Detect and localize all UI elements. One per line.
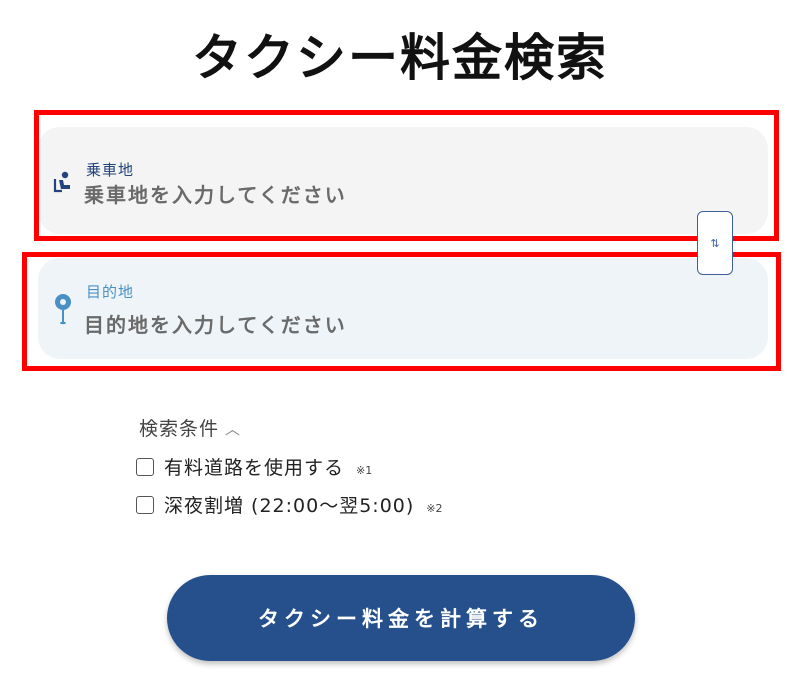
late-night-label: 深夜割増 (22:00～翌5:00) bbox=[164, 495, 415, 517]
destination-highlight-frame bbox=[22, 252, 781, 371]
toll-road-checkbox[interactable] bbox=[136, 457, 154, 476]
toll-road-label: 有料道路を使用する bbox=[164, 457, 345, 479]
chevron-up-icon: ︿ bbox=[225, 420, 242, 438]
page-title: タクシー料金検索 bbox=[192, 29, 608, 87]
swap-arrows-icon: ⇅ bbox=[710, 237, 720, 250]
origin-highlight-frame bbox=[34, 110, 779, 241]
calculate-fare-button[interactable]: タクシー料金を計算する bbox=[167, 575, 635, 661]
swap-button[interactable]: ⇅ bbox=[697, 211, 733, 275]
search-conditions-label: 検索条件 bbox=[139, 418, 220, 440]
toll-road-option[interactable]: 有料道路を使用する ※1 bbox=[136, 453, 372, 480]
taxi-fare-search-page: タクシー料金検索 乗車地 目的地 ⇅ 検索条件 ︿ bbox=[0, 0, 800, 695]
late-night-checkbox[interactable] bbox=[136, 495, 154, 514]
late-night-option[interactable]: 深夜割増 (22:00～翌5:00) ※2 bbox=[136, 491, 443, 518]
toll-road-note: ※1 bbox=[356, 464, 373, 477]
late-night-note: ※2 bbox=[426, 502, 443, 515]
search-conditions-toggle[interactable]: 検索条件 ︿ bbox=[139, 414, 241, 441]
